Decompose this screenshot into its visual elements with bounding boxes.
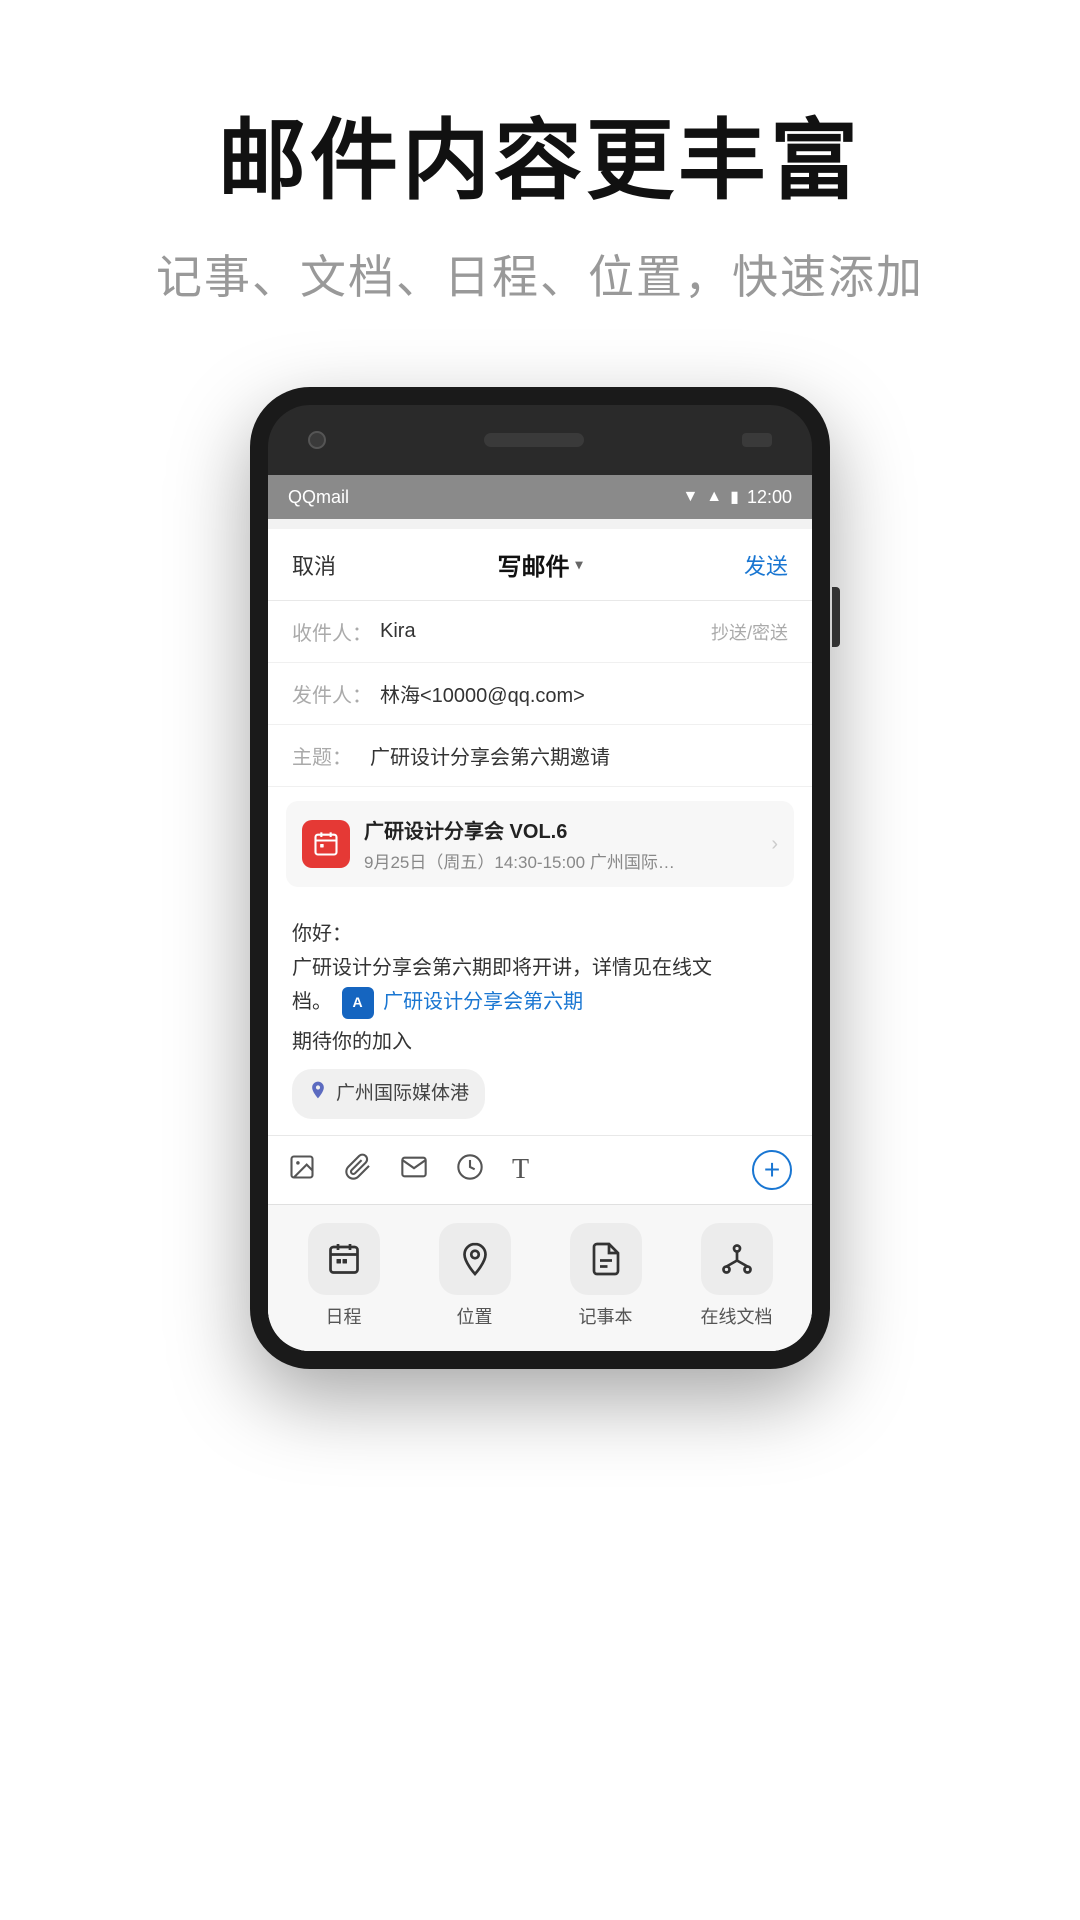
status-app-name: QQmail bbox=[288, 487, 349, 508]
phone-mockup: QQmail ▼ ▲ ▮ 12:00 取消 写邮件 ▾ 发送 bbox=[0, 387, 1080, 1369]
clock-icon[interactable] bbox=[456, 1153, 484, 1188]
action-notes[interactable]: 记事本 bbox=[556, 1223, 656, 1329]
compose-dropdown-arrow[interactable]: ▾ bbox=[575, 556, 582, 573]
compose-body[interactable]: 你好： 广研设计分享会第六期即将开讲，详情见在线文 档。 A 广研设计分享会第六… bbox=[268, 901, 812, 1135]
calendar-action-icon bbox=[308, 1223, 380, 1295]
to-label: 收件人： bbox=[292, 617, 372, 646]
notes-action-label: 记事本 bbox=[579, 1303, 633, 1329]
doc-icon: A bbox=[342, 987, 374, 1019]
body-line1: 广研设计分享会第六期即将开讲，详情见在线文 bbox=[292, 951, 788, 985]
compose-title-text: 写邮件 bbox=[497, 547, 569, 582]
calendar-card-info: 广研设计分享会 VOL.6 9月25日（周五）14:30-15:00 广州国际… bbox=[364, 815, 757, 873]
status-time: 12:00 bbox=[747, 487, 792, 508]
body-line2-area: 档。 A 广研设计分享会第六期 bbox=[292, 985, 788, 1019]
notes-action-icon bbox=[570, 1223, 642, 1295]
location-chip[interactable]: 广州国际媒体港 bbox=[292, 1069, 485, 1119]
compose-container: 取消 写邮件 ▾ 发送 收件人： Kira 抄送/密送 发件人： 林海<10 bbox=[268, 529, 812, 1351]
calendar-card-detail: 9月25日（周五）14:30-15:00 广州国际… bbox=[364, 848, 757, 873]
action-online-docs[interactable]: 在线文档 bbox=[687, 1223, 787, 1329]
from-value[interactable]: 林海<10000@qq.com> bbox=[380, 679, 585, 708]
calendar-card-arrow: › bbox=[771, 833, 778, 856]
hero-section: 邮件内容更丰富 记事、文档、日程、位置，快速添加 bbox=[0, 0, 1080, 367]
signal-icon: ▲ bbox=[706, 488, 722, 506]
phone-screen: QQmail ▼ ▲ ▮ 12:00 取消 写邮件 ▾ 发送 bbox=[268, 475, 812, 1351]
compose-topbar: 取消 写邮件 ▾ 发送 bbox=[268, 529, 812, 601]
action-calendar[interactable]: 日程 bbox=[294, 1223, 394, 1329]
phone-speaker bbox=[484, 433, 584, 447]
calendar-card-icon bbox=[302, 820, 350, 868]
from-label: 发件人： bbox=[292, 679, 372, 708]
status-bar: QQmail ▼ ▲ ▮ 12:00 bbox=[268, 475, 812, 519]
to-value[interactable]: Kira bbox=[380, 620, 416, 643]
mail-icon[interactable] bbox=[400, 1153, 428, 1188]
hero-title: 邮件内容更丰富 bbox=[0, 110, 1080, 211]
subject-value[interactable]: 广研设计分享会第六期邀请 bbox=[370, 741, 610, 770]
front-camera bbox=[308, 431, 326, 449]
location-chip-text: 广州国际媒体港 bbox=[336, 1078, 469, 1110]
from-field: 发件人： 林海<10000@qq.com> bbox=[268, 663, 812, 725]
subject-label: 主题： bbox=[292, 741, 362, 770]
location-chip-icon bbox=[308, 1077, 328, 1111]
calendar-card[interactable]: 广研设计分享会 VOL.6 9月25日（周五）14:30-15:00 广州国际…… bbox=[286, 801, 794, 887]
text-format-icon[interactable]: T bbox=[512, 1154, 529, 1186]
doc-link[interactable]: 广研设计分享会第六期 bbox=[383, 991, 583, 1013]
phone-notch bbox=[268, 405, 812, 475]
side-button bbox=[832, 587, 840, 647]
phone-outer: QQmail ▼ ▲ ▮ 12:00 取消 写邮件 ▾ 发送 bbox=[250, 387, 830, 1369]
add-more-button[interactable]: + bbox=[752, 1150, 792, 1190]
compose-title: 写邮件 ▾ bbox=[497, 547, 582, 582]
docs-action-icon bbox=[701, 1223, 773, 1295]
compose-toolbar: T + bbox=[268, 1135, 812, 1204]
subject-field: 主题： 广研设计分享会第六期邀请 bbox=[268, 725, 812, 787]
toolbar-icons: T bbox=[288, 1153, 529, 1188]
bottom-actions: 日程 位置 bbox=[268, 1204, 812, 1351]
location-action-icon bbox=[439, 1223, 511, 1295]
to-field: 收件人： Kira 抄送/密送 bbox=[268, 601, 812, 663]
calendar-action-label: 日程 bbox=[326, 1303, 362, 1329]
hero-subtitle: 记事、文档、日程、位置，快速添加 bbox=[0, 241, 1080, 307]
phone-sensor bbox=[742, 433, 772, 447]
image-icon[interactable] bbox=[288, 1153, 316, 1188]
send-button[interactable]: 发送 bbox=[744, 549, 788, 581]
action-location[interactable]: 位置 bbox=[425, 1223, 525, 1329]
attach-icon[interactable] bbox=[344, 1153, 372, 1188]
plus-icon: + bbox=[764, 1154, 780, 1186]
calendar-card-title: 广研设计分享会 VOL.6 bbox=[364, 815, 757, 844]
status-right: ▼ ▲ ▮ 12:00 bbox=[682, 487, 792, 508]
body-greeting: 你好： bbox=[292, 917, 788, 951]
body-expectation: 期待你的加入 bbox=[292, 1025, 788, 1059]
battery-icon: ▮ bbox=[730, 487, 739, 507]
cc-bcc-button[interactable]: 抄送/密送 bbox=[711, 619, 788, 645]
wifi-icon: ▼ bbox=[682, 488, 698, 506]
location-action-label: 位置 bbox=[457, 1303, 493, 1329]
cancel-button[interactable]: 取消 bbox=[292, 549, 336, 581]
docs-action-label: 在线文档 bbox=[701, 1303, 773, 1329]
